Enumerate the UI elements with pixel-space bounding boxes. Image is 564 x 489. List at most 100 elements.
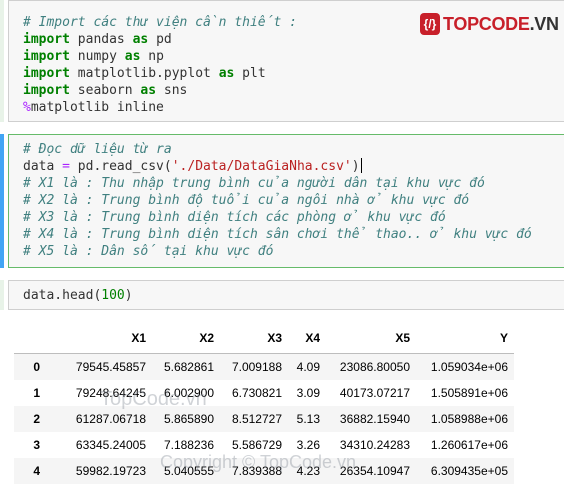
code-cell-head[interactable]: data.head(100) xyxy=(0,280,564,310)
text-cursor xyxy=(360,158,362,173)
code-line: data = pd.read_csv('./Data/DataGiaNha.cs… xyxy=(23,158,362,175)
table-cell: 1.058988e+06 xyxy=(430,412,508,426)
module-name: seaborn xyxy=(69,83,141,98)
code-line: # X2 là : Trung bình độ tuổi của ngôi nh… xyxy=(23,192,469,209)
logo-text-main: TOPCODE xyxy=(443,13,530,34)
table-cell: 3.09 xyxy=(296,386,320,400)
code-line: # Import các thư viện cần thiết : xyxy=(23,14,297,31)
column-header-index xyxy=(14,323,48,354)
table-cell: 5.682861 xyxy=(163,360,214,374)
module-name: numpy xyxy=(69,49,125,64)
code-line: # Đọc dữ liệu từ ra xyxy=(23,141,172,158)
table-cell: 34310.24283 xyxy=(339,438,410,452)
cell-output: X1 X2 X3 X4 X5 Y 0 79545.45857 5.682861 … xyxy=(14,323,564,484)
table-cell: 23086.80050 xyxy=(339,360,410,374)
column-header: X4 xyxy=(288,323,326,354)
table-cell: 40173.07217 xyxy=(339,386,410,400)
keyword: as xyxy=(218,66,235,81)
keyword: as xyxy=(124,49,141,64)
keyword: import xyxy=(23,49,70,64)
row-index: 4 xyxy=(33,464,40,478)
magic-symbol: % xyxy=(23,100,31,115)
paren: ) xyxy=(351,159,360,174)
alias: sns xyxy=(156,83,188,98)
row-index: 0 xyxy=(33,360,40,374)
column-header: X2 xyxy=(152,323,220,354)
table-cell: 59982.19723 xyxy=(75,464,146,478)
row-index: 2 xyxy=(33,412,40,426)
table-cell: 3.26 xyxy=(296,438,320,452)
table-cell: 1.059034e+06 xyxy=(430,360,508,374)
table-cell: 26354.10947 xyxy=(339,464,410,478)
variable: data xyxy=(23,159,63,174)
logo-text-domain: .VN xyxy=(529,13,559,34)
row-index: 1 xyxy=(33,386,40,400)
operator: = xyxy=(62,159,70,174)
code-cell-read-data[interactable]: # Đọc dữ liệu từ ra data = pd.read_csv('… xyxy=(0,134,564,268)
row-index: 3 xyxy=(33,438,40,452)
keyword: import xyxy=(23,66,70,81)
comment: # Đọc dữ liệu từ ra xyxy=(23,142,172,157)
table-row: 1 79248.64245 6.002900 6.730821 3.09 401… xyxy=(14,380,514,406)
table-cell: 63345.24005 xyxy=(75,438,146,452)
table-cell: 6.002900 xyxy=(163,386,214,400)
keyword: as xyxy=(132,32,149,47)
code-editor-read-data[interactable]: # Đọc dữ liệu từ ra data = pd.read_csv('… xyxy=(8,134,564,268)
comment: # X3 là : Trung bình diện tích các phòng… xyxy=(23,210,446,225)
alias: plt xyxy=(234,66,266,81)
table-row: 0 79545.45857 5.682861 7.009188 4.09 230… xyxy=(14,353,514,380)
table-cell: 36882.15940 xyxy=(339,412,410,426)
column-header: Y xyxy=(416,323,514,354)
alias: np xyxy=(140,49,164,64)
table-cell: 79545.45857 xyxy=(75,360,146,374)
code-line: # X5 là : Dân số tại khu vực đó xyxy=(23,243,273,260)
comment: # X4 là : Trung bình diện tích sân chơi … xyxy=(23,227,532,242)
code-line: import matplotlib.pyplot as plt xyxy=(23,65,266,82)
cell-selection-bar xyxy=(0,280,4,310)
code-cell-imports[interactable]: # Import các thư viện cần thiết : import… xyxy=(0,0,564,122)
code-editor-head[interactable]: data.head(100) xyxy=(8,280,564,310)
table-cell: 5.586729 xyxy=(231,438,282,452)
table-cell: 7.188236 xyxy=(163,438,214,452)
table-cell: 6.309435e+05 xyxy=(430,464,508,478)
string-literal: './Data/DataGiaNha.csv' xyxy=(171,159,352,174)
table-row: 3 63345.24005 7.188236 5.586729 3.26 343… xyxy=(14,432,514,458)
table-cell: 4.09 xyxy=(296,360,320,374)
code-line: import pandas as pd xyxy=(23,31,172,48)
table-cell: 1.505891e+06 xyxy=(430,386,508,400)
table-cell: 7.009188 xyxy=(231,360,282,374)
table-cell: 6.730821 xyxy=(231,386,282,400)
column-header: X1 xyxy=(48,323,152,354)
code-line: import seaborn as sns xyxy=(23,82,187,99)
table-row: 4 59982.19723 5.040555 7.839388 4.23 263… xyxy=(14,458,514,484)
function-call: data.head( xyxy=(23,288,102,303)
table-cell: 1.260617e+06 xyxy=(430,438,508,452)
keyword: import xyxy=(23,32,70,47)
comment: # X1 là : Thu nhập trung bình của người … xyxy=(23,176,485,191)
code-brackets-icon: {/} xyxy=(420,13,440,35)
code-line: data.head(100) xyxy=(23,287,133,304)
code-line: # X4 là : Trung bình diện tích sân chơi … xyxy=(23,226,532,243)
cell-selection-bar xyxy=(0,0,4,122)
comment: # Import các thư viện cần thiết : xyxy=(23,15,297,30)
table-header-row: X1 X2 X3 X4 X5 Y xyxy=(14,323,514,354)
table-cell: 4.23 xyxy=(296,464,320,478)
table-cell: 7.839388 xyxy=(231,464,282,478)
topcode-logo: {/} TOPCODE.VN xyxy=(420,11,559,37)
alias: pd xyxy=(148,32,172,47)
keyword: as xyxy=(140,83,157,98)
function-call: pd.read_csv( xyxy=(69,159,172,174)
module-name: pandas xyxy=(69,32,133,47)
code-line: import numpy as np xyxy=(23,48,164,65)
magic-command: matplotlib inline xyxy=(30,100,164,115)
code-line: %matplotlib inline xyxy=(23,99,164,116)
code-line: # X3 là : Trung bình diện tích các phòng… xyxy=(23,209,446,226)
module-name: matplotlib.pyplot xyxy=(69,66,219,81)
table-cell: 79248.64245 xyxy=(75,386,146,400)
table-cell: 5.13 xyxy=(296,412,320,426)
column-header: X5 xyxy=(326,323,416,354)
table-cell: 61287.06718 xyxy=(75,412,146,426)
cell-selection-bar xyxy=(0,134,4,268)
table-cell: 8.512727 xyxy=(231,412,282,426)
comment: # X5 là : Dân số tại khu vực đó xyxy=(23,244,274,259)
